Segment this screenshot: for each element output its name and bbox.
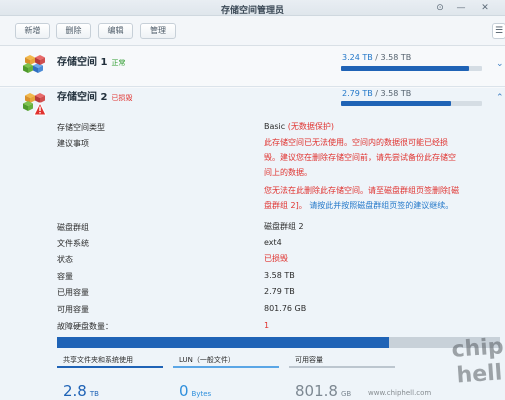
volume-2-capacity-fill — [57, 337, 390, 348]
watermark-logo: chip hell — [450, 334, 505, 389]
delete-button[interactable]: 删除 — [56, 23, 91, 39]
detail-value-capacity: 3.58 TB — [264, 271, 295, 280]
detail-label-used: 已用容量 — [57, 288, 89, 297]
card-title: LUN（一般文件） — [179, 356, 235, 364]
detail-value-advice: 此存储空间已无法使用。空间内的数据很可能已经损 毁。建议您在删除存储空间前，请先… — [264, 138, 460, 210]
watermark-url: www.chiphell.com — [368, 389, 432, 397]
detail-label-available: 可用容量 — [57, 305, 89, 314]
detail-value-type: Basic (无数据保护) — [264, 122, 334, 131]
card-accent-line — [57, 366, 163, 368]
volume-2-capacity-bar — [57, 337, 500, 348]
pin-icon[interactable]: ⊙ — [435, 3, 445, 13]
card-lun: LUN（一般文件） 0 Bytes — [173, 352, 279, 400]
window-titlebar: 存储空间管理员 ⊙ — ✕ — [0, 0, 505, 16]
window-title: 存储空间管理员 — [220, 6, 284, 16]
create-button[interactable]: 新增 — [15, 23, 50, 39]
card-value: 2.8 TB — [63, 382, 99, 400]
toolbar: 新增 删除 编辑 管理 ☰ — [0, 16, 505, 46]
detail-label-status: 状态 — [57, 255, 73, 264]
detail-value-failed-disks: 1 — [264, 321, 270, 330]
volume-2-usage: 2.79 TB / 3.58 TB — [342, 89, 412, 98]
volume-cube-icon — [23, 55, 45, 73]
card-shared-folders: 共享文件夹和系统使用 2.8 TB — [57, 352, 163, 400]
chevron-up-icon[interactable]: ⌃ — [496, 93, 504, 103]
detail-label-group: 磁盘群组 — [57, 223, 89, 232]
card-accent-line — [173, 366, 279, 368]
detail-label-advice: 建议事项 — [57, 139, 89, 148]
card-title: 可用容量 — [295, 356, 323, 364]
close-icon[interactable]: ✕ — [480, 3, 490, 13]
chevron-down-icon[interactable]: ⌄ — [496, 59, 504, 69]
detail-label-capacity: 容量 — [57, 272, 73, 281]
volume-cube-warning-icon — [23, 93, 47, 116]
detail-label-type: 存储空间类型 — [57, 123, 105, 132]
volume-2-name: 存储空间 2 已损毁 — [57, 92, 133, 103]
volume-1-status: 正常 — [111, 59, 126, 67]
volume-2-status: 已损毁 — [111, 94, 133, 102]
detail-value-available: 801.76 GB — [264, 304, 307, 313]
detail-value-status: 已损毁 — [264, 254, 288, 263]
advice-link[interactable]: 请按此并按照磁盘群组页签的建议继续。 — [309, 201, 453, 210]
card-title: 共享文件夹和系统使用 — [63, 356, 133, 364]
detail-label-filesystem: 文件系统 — [57, 239, 89, 248]
detail-label-failed-disks: 故障硬盘数量： — [57, 322, 113, 331]
minimize-icon[interactable]: — — [456, 3, 466, 13]
detail-value-used: 2.79 TB — [264, 287, 295, 296]
detail-value-filesystem: ext4 — [264, 238, 282, 247]
card-value: 801.8 GB — [295, 382, 352, 400]
edit-button[interactable]: 编辑 — [98, 23, 133, 39]
usage-cards: 共享文件夹和系统使用 2.8 TB LUN（一般文件） 0 Bytes 可用容量 8… — [57, 352, 505, 400]
card-accent-line — [289, 366, 395, 368]
volume-1-usage-fill — [341, 66, 469, 71]
detail-value-group: 磁盘群组 2 — [264, 222, 304, 231]
card-value: 0 Bytes — [179, 382, 212, 400]
volume-1-usage: 3.24 TB / 3.58 TB — [342, 53, 412, 62]
manage-button[interactable]: 管理 — [140, 23, 176, 39]
volume-2-usage-fill — [341, 101, 451, 106]
view-toggle-icon[interactable]: ☰ — [492, 23, 505, 39]
volume-1-name: 存储空间 1 正常 — [57, 57, 126, 68]
volume-2-usage-bar — [341, 101, 482, 106]
volume-row-1[interactable]: 存储空间 1 正常 3.24 TB / 3.58 TB ⌄ — [0, 47, 505, 87]
volume-1-usage-bar — [341, 66, 482, 71]
